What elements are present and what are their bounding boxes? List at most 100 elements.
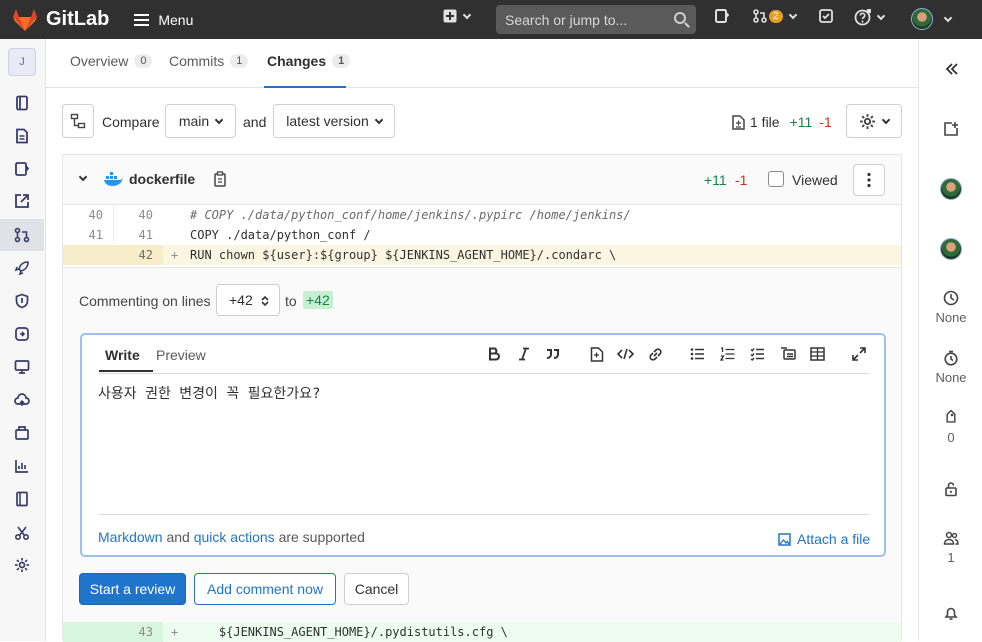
bold-icon[interactable]	[487, 347, 501, 361]
analytics-icon[interactable]	[14, 458, 30, 474]
new-line-number[interactable]: 40	[103, 205, 153, 225]
old-line-number[interactable]: 41	[53, 225, 103, 245]
collapse-chevron-icon[interactable]	[78, 172, 88, 182]
lock-discussion-item[interactable]	[919, 481, 982, 501]
file-deletions: -1	[735, 172, 748, 188]
chevron-down-icon	[881, 115, 891, 124]
issues-icon[interactable]	[14, 161, 30, 177]
right-sidebar: None None 0 1	[918, 39, 982, 641]
assignee-avatar[interactable]	[919, 178, 982, 203]
help-dropdown[interactable]	[854, 9, 886, 26]
file-tree-toggle-button[interactable]	[62, 104, 94, 138]
viewed-checkbox[interactable]	[768, 171, 784, 187]
issues-button[interactable]	[715, 9, 729, 23]
settings-gear-icon[interactable]	[14, 557, 30, 573]
reviewer-avatar[interactable]	[919, 238, 982, 263]
brand-name: GitLab	[46, 8, 110, 30]
start-review-button[interactable]: Start a review	[79, 573, 186, 605]
tab-overview[interactable]: Overview 0	[70, 53, 153, 69]
tab-changes[interactable]: Changes 1	[267, 53, 351, 69]
merge-request-icon	[753, 9, 767, 23]
collapse-sidebar-button[interactable]	[919, 61, 982, 81]
shield-icon[interactable]	[14, 293, 30, 309]
fullscreen-icon[interactable]	[852, 347, 866, 361]
task-list-icon[interactable]	[750, 347, 765, 361]
search-input[interactable]: Search or jump to...	[496, 5, 696, 34]
user-menu[interactable]	[911, 8, 953, 30]
compare-bar: Compare main and latest version 1 file +…	[46, 88, 918, 154]
diff-line-added-selected[interactable]: 42 + RUN chown ${user}:${group} ${JENKIN…	[63, 245, 901, 265]
milestone-item[interactable]: None	[919, 290, 982, 325]
diff-sign: +	[171, 625, 179, 639]
quick-actions-link[interactable]: quick actions	[194, 529, 275, 545]
insert-suggestion-icon[interactable]	[590, 347, 604, 362]
markdown-link[interactable]: Markdown	[98, 529, 163, 545]
diff-code: COPY ./data/python_conf /	[190, 228, 371, 242]
diff-line-added[interactable]: 43 + ${JENKINS_AGENT_HOME}/.pydistutils.…	[63, 622, 901, 642]
tab-write[interactable]: Write	[105, 347, 140, 363]
new-item-dropdown[interactable]	[443, 9, 472, 23]
labels-item[interactable]: 0	[919, 410, 982, 445]
menu-button[interactable]: Menu	[134, 12, 193, 28]
old-line-number[interactable]: 40	[53, 205, 103, 225]
merge-request-icon[interactable]	[14, 227, 30, 243]
time-tracking-item[interactable]: None	[919, 350, 982, 385]
snippets-scissors-icon[interactable]	[14, 525, 30, 541]
participants-item[interactable]: 1	[919, 530, 982, 565]
left-sidebar: J	[0, 39, 46, 641]
table-icon[interactable]	[810, 347, 825, 361]
package-icon[interactable]	[14, 425, 30, 441]
gitlab-logo[interactable]: GitLab	[12, 8, 109, 32]
and-text: and	[166, 529, 190, 545]
external-link-icon[interactable]	[14, 193, 30, 209]
tab-commits[interactable]: Commits 1	[169, 53, 249, 69]
collapsible-section-icon[interactable]	[780, 347, 796, 361]
quote-icon[interactable]	[545, 347, 561, 361]
file-options-button[interactable]	[853, 164, 885, 196]
merge-requests-button[interactable]: 2	[753, 9, 797, 23]
compare-base-dropdown[interactable]: main	[165, 104, 236, 138]
todo-add-icon	[944, 122, 958, 136]
diff-line[interactable]: 40 40 # COPY ./data/python_conf/home/jen…	[63, 205, 901, 225]
comment-textarea[interactable]: 사용자 권한 변경이 꼭 필요한가요?	[98, 383, 868, 513]
gutter-divider	[113, 205, 114, 225]
tab-preview[interactable]: Preview	[156, 347, 206, 363]
tanuki-icon	[13, 8, 37, 31]
code-icon[interactable]	[617, 348, 634, 360]
new-line-number[interactable]: 43	[103, 622, 153, 642]
italic-icon[interactable]	[517, 347, 531, 361]
project-avatar[interactable]: J	[8, 48, 36, 76]
attach-file-button[interactable]: Attach a file	[778, 531, 870, 547]
file-doc-icon[interactable]	[14, 128, 30, 144]
bell-icon	[944, 607, 958, 620]
comment-start-line-select[interactable]: +42	[216, 284, 280, 316]
copy-clipboard-icon[interactable]	[213, 171, 227, 187]
bullet-list-icon[interactable]	[690, 347, 705, 361]
add-comment-now-button[interactable]: Add comment now	[194, 573, 336, 605]
monitor-icon[interactable]	[14, 359, 30, 375]
new-line-number[interactable]: 42	[103, 245, 153, 265]
compare-target-dropdown[interactable]: latest version	[273, 104, 395, 138]
editor-toolbar-divider	[99, 373, 869, 374]
rocket-icon[interactable]	[14, 260, 30, 276]
new-line-number[interactable]: 41	[103, 225, 153, 245]
todos-button[interactable]	[819, 9, 833, 23]
infrastructure-icon[interactable]	[14, 392, 30, 408]
diff-line[interactable]: 41 41 COPY ./data/python_conf /	[63, 225, 901, 245]
file-additions: +11	[704, 172, 727, 188]
chevron-down-icon	[943, 13, 953, 22]
file-name[interactable]: dockerfile	[129, 171, 195, 187]
diff-settings-button[interactable]	[846, 104, 902, 138]
select-arrows-icon	[261, 295, 269, 307]
numbered-list-icon[interactable]	[720, 347, 735, 361]
link-icon[interactable]	[648, 347, 663, 362]
image-icon	[778, 532, 791, 546]
cancel-button[interactable]: Cancel	[344, 573, 409, 605]
notifications-item[interactable]	[919, 605, 982, 625]
todo-add-button[interactable]	[919, 121, 982, 141]
users-icon	[943, 531, 959, 545]
plus-square-icon	[443, 9, 457, 23]
deploy-icon[interactable]	[14, 326, 30, 342]
repository-icon[interactable]	[14, 95, 30, 111]
wiki-book-icon[interactable]	[14, 491, 30, 507]
